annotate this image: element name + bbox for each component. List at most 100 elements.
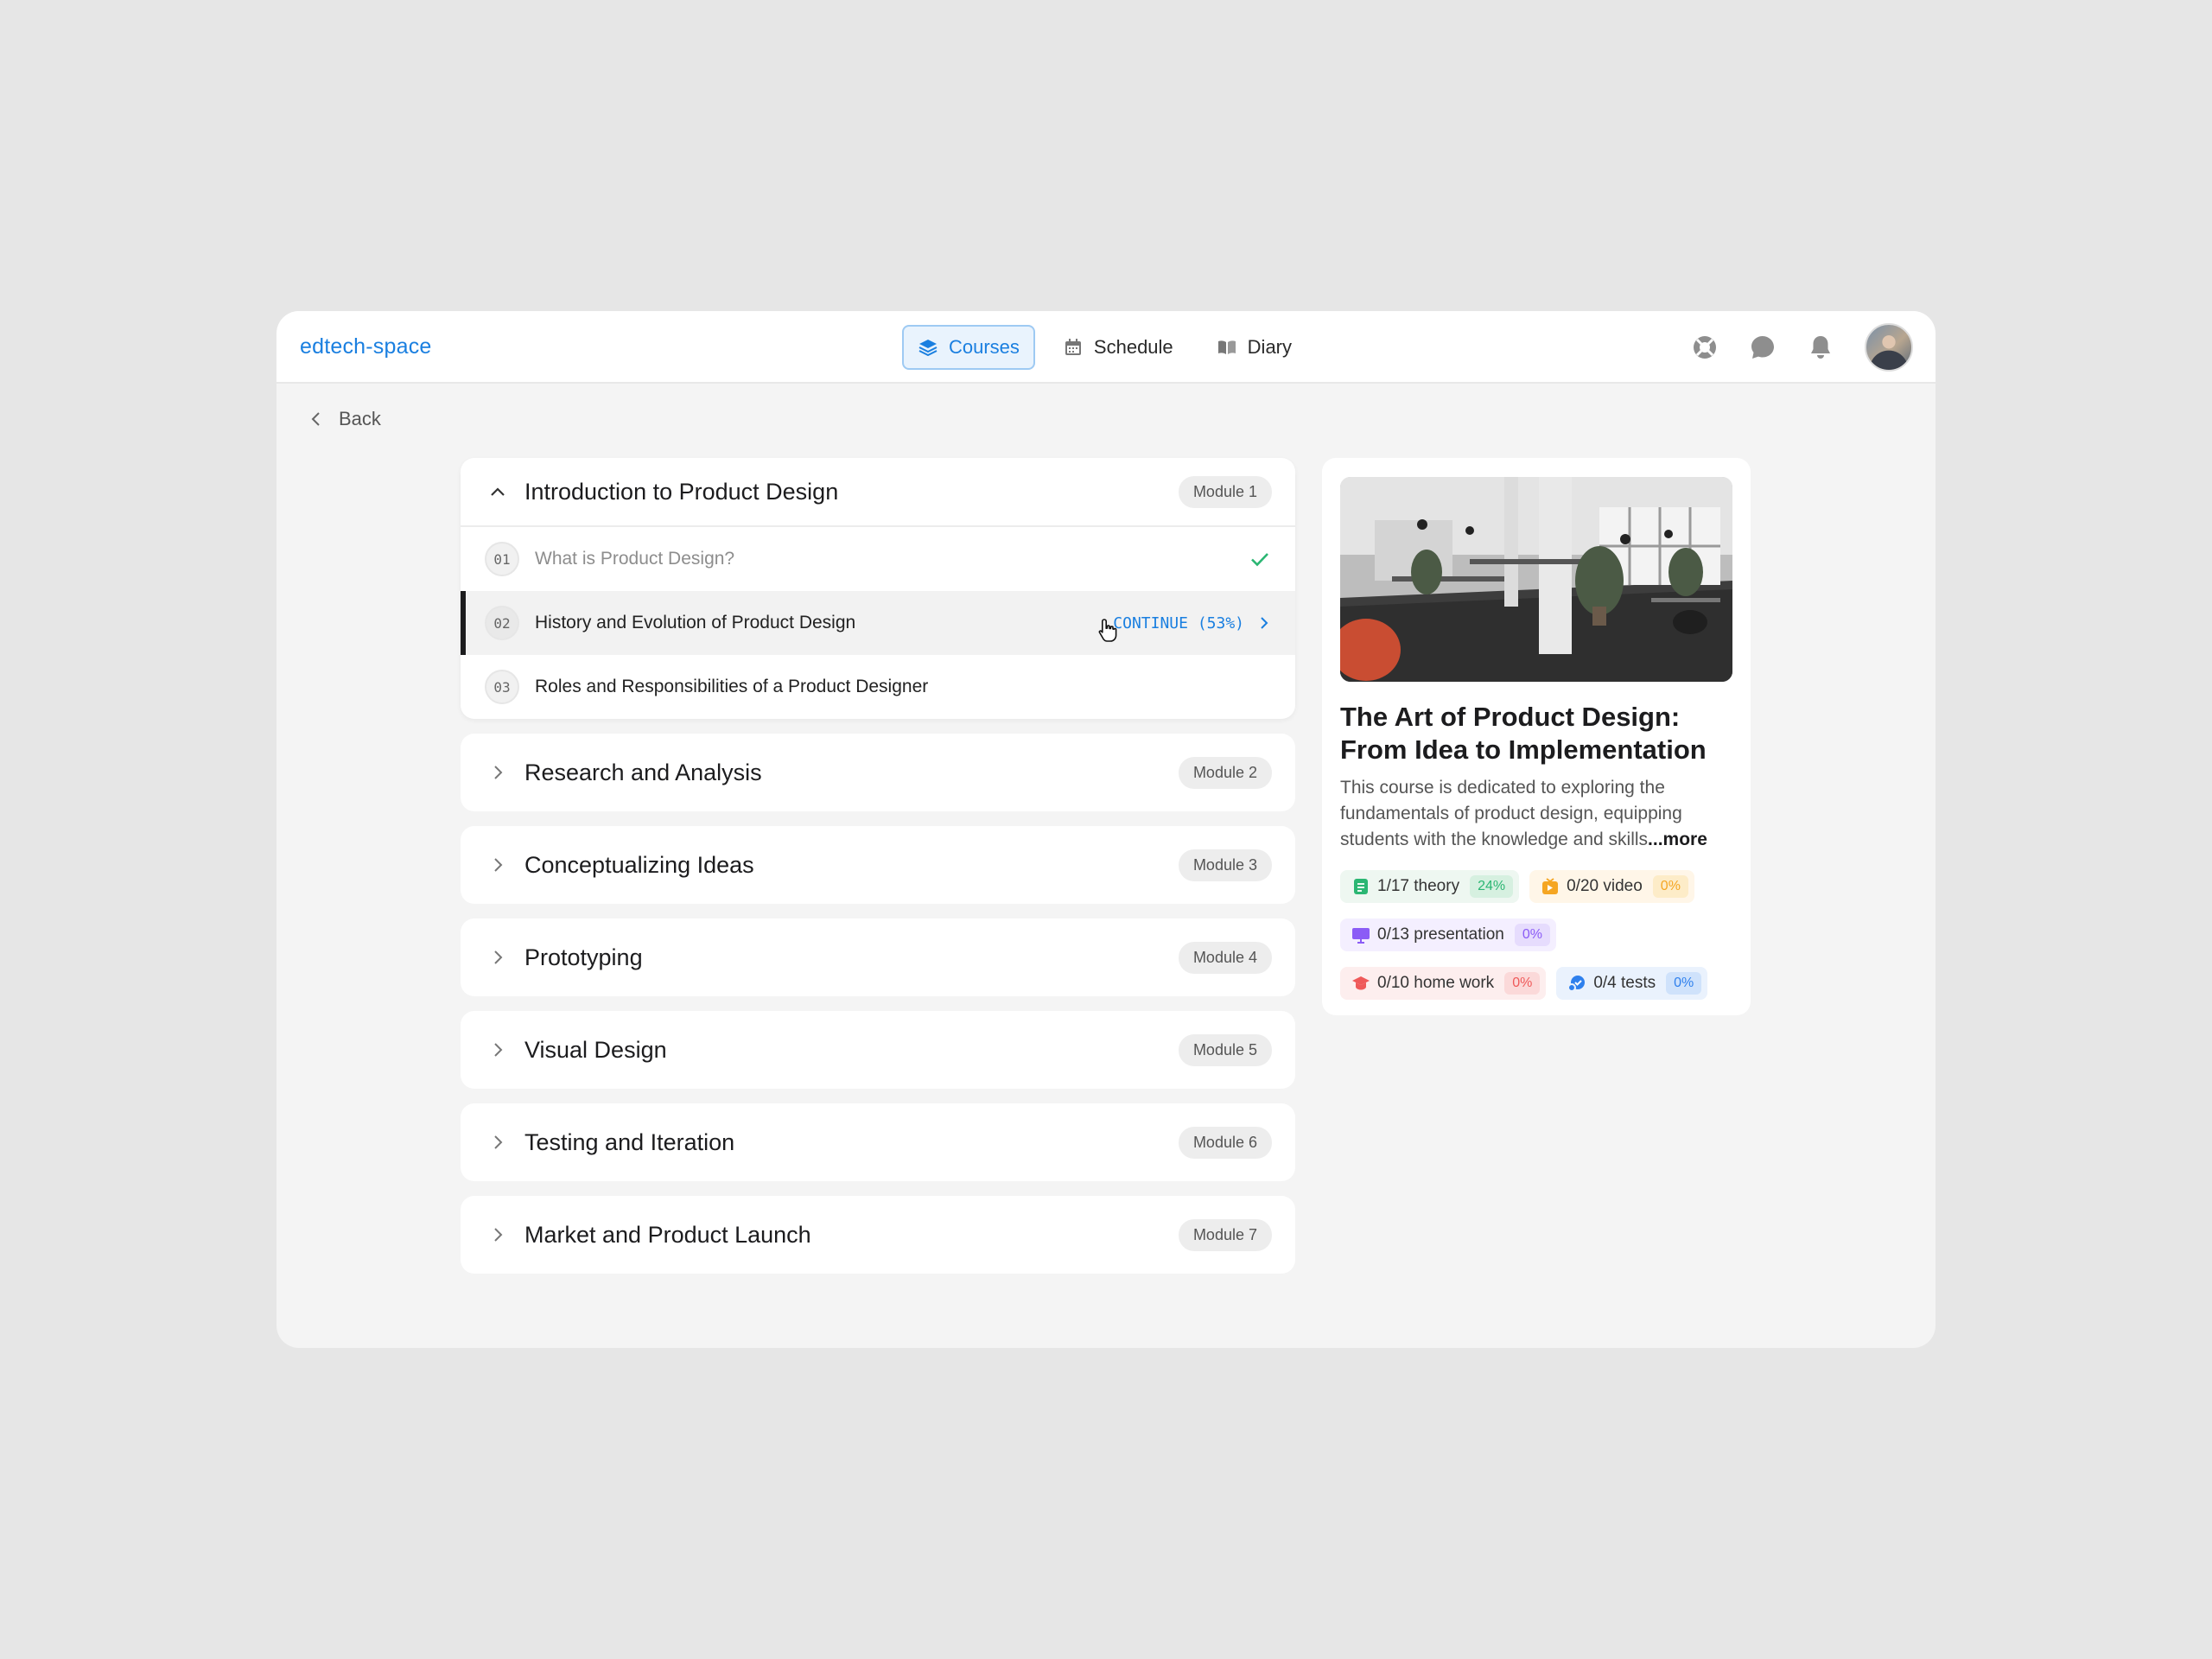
book-icon: [1217, 340, 1236, 354]
nav-tab-diary[interactable]: Diary: [1201, 325, 1307, 370]
module-badge: Module 2: [1178, 756, 1272, 789]
presentation-label: 0/13 presentation: [1377, 925, 1504, 944]
document-icon: [1354, 879, 1368, 894]
top-actions: [1691, 323, 1913, 372]
lifebuoy-icon: [1694, 336, 1716, 359]
homework-stat: 0/10 home work 0%: [1340, 967, 1547, 1000]
theory-percent: 24%: [1470, 875, 1514, 898]
chevron-right-icon: [494, 1228, 503, 1242]
course-description: This course is dedicated to exploring th…: [1340, 775, 1732, 853]
chevron-right-icon: [494, 858, 503, 872]
tests-icon: [1567, 976, 1586, 992]
lesson-item-current[interactable]: 02 History and Evolution of Product Desi…: [461, 591, 1295, 655]
lesson-title: Roles and Responsibilities of a Product …: [535, 677, 929, 696]
lesson-number: 01: [485, 542, 519, 576]
module-card[interactable]: Conceptualizing Ideas Module 3: [461, 826, 1295, 904]
module-list: Introduction to Product Design Module 1 …: [461, 458, 1295, 1288]
module-card[interactable]: Research and Analysis Module 2: [461, 734, 1295, 811]
lesson-title: What is Product Design?: [535, 549, 735, 569]
module-title: Market and Product Launch: [524, 1221, 811, 1248]
chevron-up-icon: [491, 487, 505, 496]
video-stat: 0/20 video 0%: [1529, 870, 1694, 903]
notifications-button[interactable]: [1807, 334, 1834, 361]
module-card[interactable]: Market and Product Launch Module 7: [461, 1196, 1295, 1274]
courses-icon: [918, 340, 938, 356]
presentation-icon: [1352, 928, 1370, 944]
nav-tab-diary-label: Diary: [1247, 336, 1293, 358]
bell-icon: [1811, 336, 1830, 359]
lesson-number: 03: [485, 670, 519, 704]
lesson-title: History and Evolution of Product Design: [535, 613, 856, 632]
back-button[interactable]: Back: [308, 408, 381, 430]
module-card[interactable]: Testing and Iteration Module 6: [461, 1103, 1295, 1181]
calendar-icon: [1065, 339, 1081, 355]
course-info-card: The Art of Product Design: From Idea to …: [1322, 458, 1751, 1015]
chevron-right-icon: [494, 950, 503, 964]
theory-stat: 1/17 theory 24%: [1340, 870, 1520, 903]
module-badge: Module 3: [1178, 849, 1272, 881]
main-nav: Courses Schedule Diary: [902, 325, 1319, 370]
nav-tab-schedule[interactable]: Schedule: [1047, 325, 1189, 370]
tests-label: 0/4 tests: [1593, 974, 1656, 992]
chevron-right-icon: [494, 1043, 503, 1057]
brand-logo[interactable]: edtech-space: [300, 334, 432, 359]
module-title: Introduction to Product Design: [524, 478, 839, 505]
module-title: Conceptualizing Ideas: [524, 851, 754, 878]
presentation-percent: 0%: [1514, 924, 1550, 946]
module-header[interactable]: Visual Design Module 5: [461, 1011, 1295, 1089]
hand-cursor-icon: [1098, 619, 1117, 642]
tests-stat: 0/4 tests 0%: [1556, 967, 1708, 1000]
homework-percent: 0%: [1504, 972, 1541, 995]
continue-button[interactable]: CONTINUE (53%): [1113, 614, 1272, 632]
module-card[interactable]: Prototyping Module 4: [461, 918, 1295, 996]
video-label: 0/20 video: [1567, 877, 1643, 895]
graduation-cap-icon: [1352, 976, 1370, 990]
module-title: Testing and Iteration: [524, 1128, 735, 1155]
module-title: Visual Design: [524, 1036, 667, 1063]
chevron-left-icon: [311, 412, 320, 426]
module-header[interactable]: Introduction to Product Design Module 1: [461, 458, 1295, 527]
lesson-item[interactable]: 01 What is Product Design?: [461, 527, 1295, 591]
app-window: edtech-space Courses Schedule Diary Back…: [276, 311, 1936, 1348]
theory-label: 1/17 theory: [1377, 877, 1460, 895]
module-header[interactable]: Conceptualizing Ideas Module 3: [461, 826, 1295, 904]
homework-label: 0/10 home work: [1377, 974, 1495, 992]
help-button[interactable]: [1691, 334, 1719, 361]
avatar[interactable]: [1865, 323, 1913, 372]
lesson-number: 02: [485, 606, 519, 640]
course-stats: 1/17 theory 24% 0/20 video 0% 0/13 prese…: [1340, 870, 1732, 1000]
course-description-text: This course is dedicated to exploring th…: [1340, 778, 1682, 849]
chat-icon: [1751, 336, 1774, 359]
read-more-link[interactable]: ...more: [1648, 830, 1707, 849]
tests-percent: 0%: [1666, 972, 1702, 995]
continue-label: CONTINUE (53%): [1113, 613, 1244, 632]
module-card[interactable]: Visual Design Module 5: [461, 1011, 1295, 1089]
chevron-right-icon: [494, 1135, 503, 1149]
module-header[interactable]: Market and Product Launch Module 7: [461, 1196, 1295, 1274]
module-title: Prototyping: [524, 944, 643, 970]
video-icon: [1542, 878, 1559, 894]
messages-button[interactable]: [1749, 334, 1777, 361]
back-label: Back: [339, 408, 381, 429]
module-badge: Module 7: [1178, 1218, 1272, 1251]
nav-tab-schedule-label: Schedule: [1093, 336, 1173, 358]
chevron-right-icon: [1261, 617, 1268, 629]
lesson-item[interactable]: 03 Roles and Responsibilities of a Produ…: [461, 655, 1295, 719]
module-badge: Module 1: [1178, 475, 1272, 508]
lesson-complete-status: [1248, 547, 1272, 571]
course-cover-image: [1340, 477, 1732, 682]
module-badge: Module 5: [1178, 1033, 1272, 1066]
nav-tab-courses-label: Courses: [949, 336, 1020, 358]
video-percent: 0%: [1652, 875, 1688, 898]
check-icon: [1251, 553, 1268, 567]
module-header[interactable]: Testing and Iteration Module 6: [461, 1103, 1295, 1181]
presentation-stat: 0/13 presentation 0%: [1340, 918, 1556, 951]
nav-tab-courses[interactable]: Courses: [902, 325, 1035, 370]
module-header[interactable]: Research and Analysis Module 2: [461, 734, 1295, 811]
module-header[interactable]: Prototyping Module 4: [461, 918, 1295, 996]
chevron-right-icon: [494, 766, 503, 779]
module-card: Introduction to Product Design Module 1 …: [461, 458, 1295, 719]
module-title: Research and Analysis: [524, 759, 762, 785]
top-bar: edtech-space Courses Schedule Diary: [276, 311, 1936, 384]
course-title: The Art of Product Design: From Idea to …: [1340, 702, 1707, 765]
